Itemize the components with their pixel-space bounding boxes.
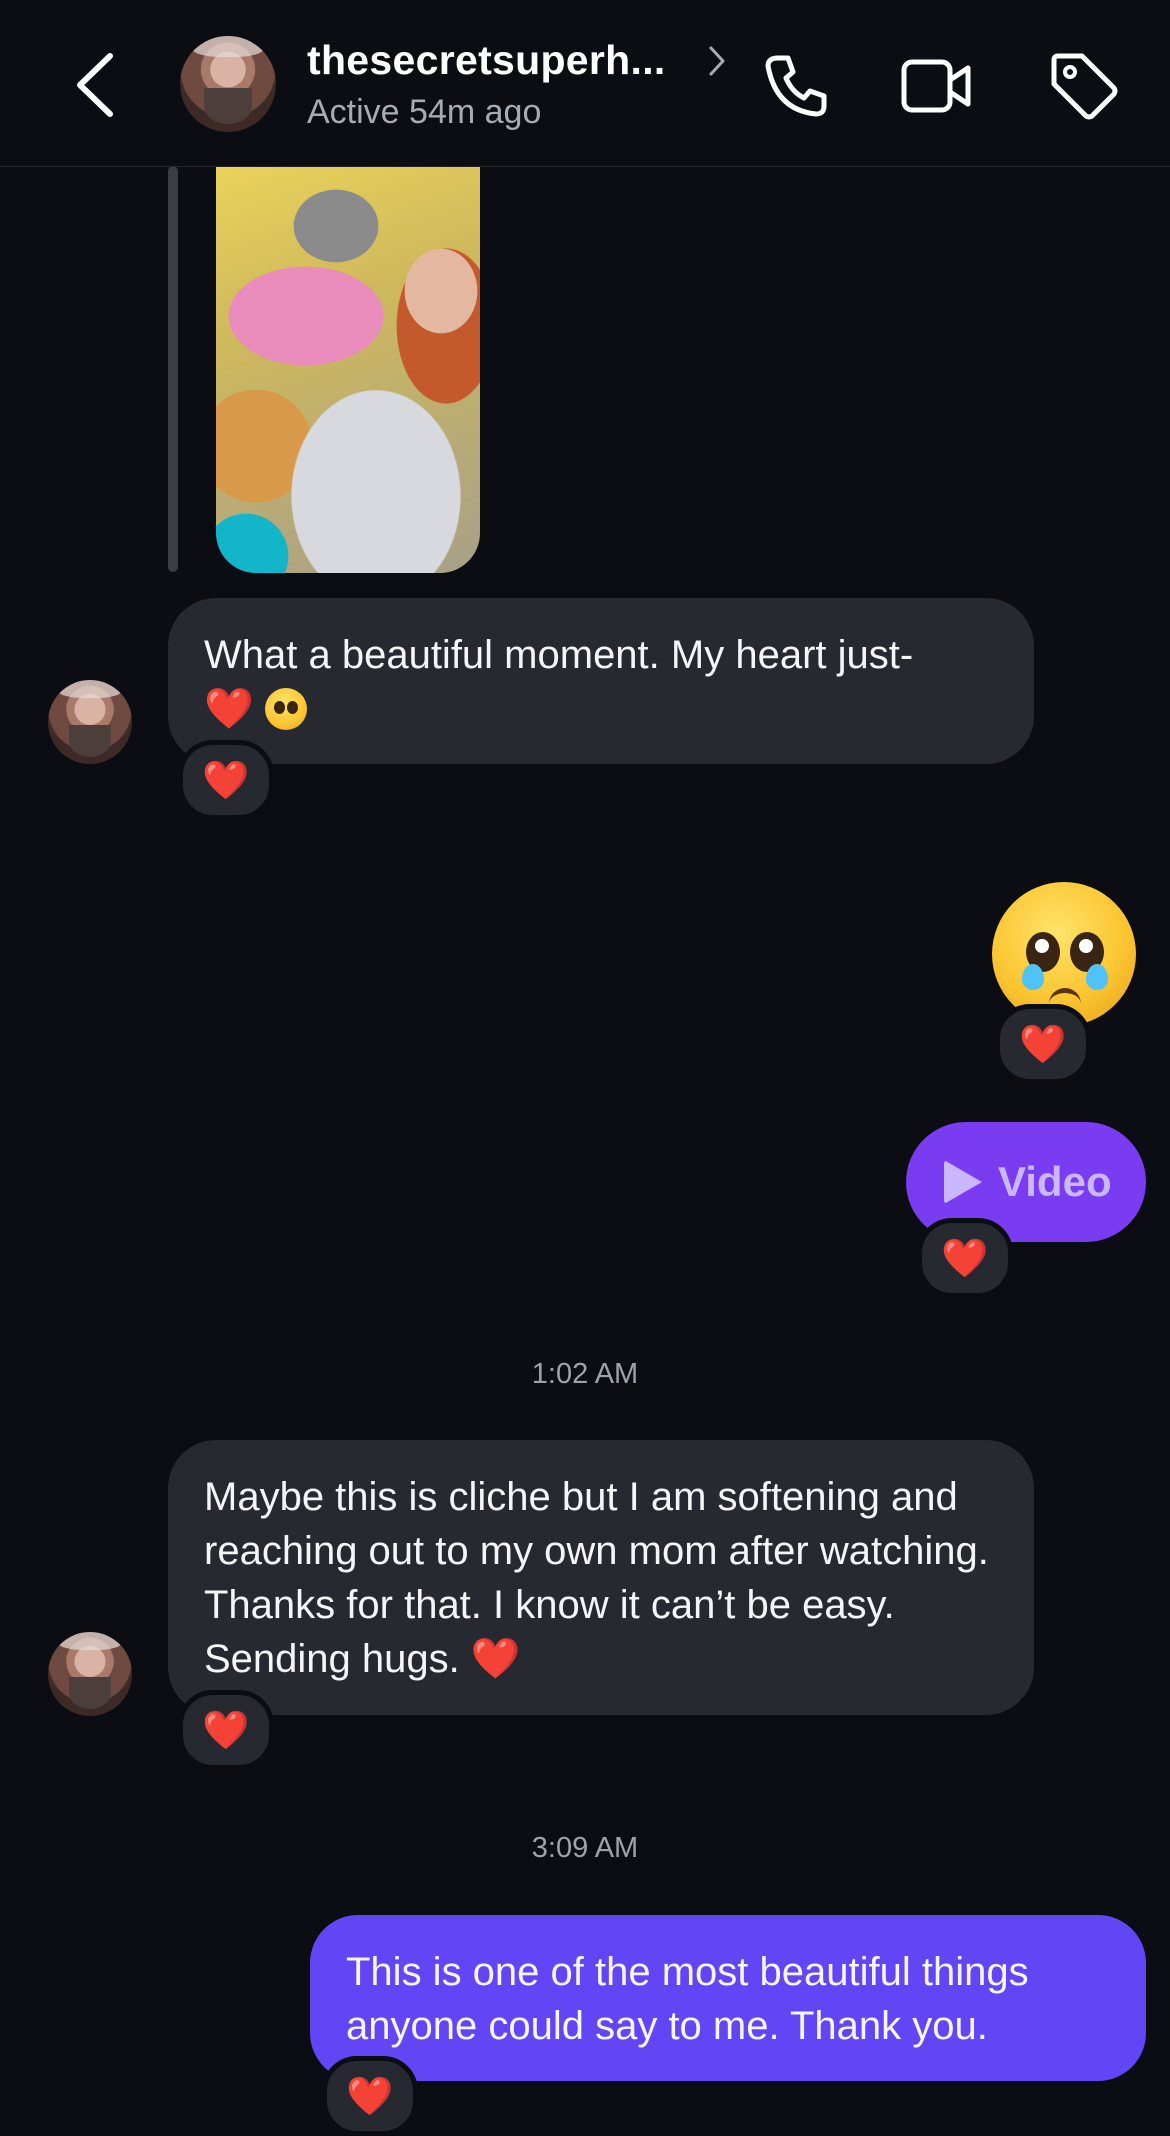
outgoing-message-bubble[interactable]: This is one of the most beautiful things… (310, 1915, 1146, 2081)
reaction-badge[interactable]: ❤️ (178, 740, 274, 820)
heart-emoji: ❤️ (204, 686, 254, 732)
incoming-message-bubble[interactable]: What a beautiful moment. My heart just- … (168, 598, 1034, 764)
message-text: Maybe this is cliche but I am softening … (204, 1475, 989, 1681)
message-text: What a beautiful moment. My heart just- (204, 633, 914, 677)
avatar[interactable] (48, 680, 132, 764)
phone-icon[interactable] (760, 50, 832, 122)
contact-username[interactable]: thesecretsuperh... (307, 37, 666, 84)
message-text: This is one of the most beautiful things… (346, 1950, 1029, 2048)
video-label: Video (998, 1158, 1112, 1205)
pleading-face-emoji (264, 688, 307, 730)
active-status: Active 54m ago (307, 93, 542, 131)
heart-icon: ❤️ (202, 1707, 250, 1752)
heart-icon: ❤️ (346, 2073, 394, 2118)
video-camera-icon[interactable] (900, 50, 972, 122)
reply-indicator-bar (168, 166, 178, 572)
reaction-badge[interactable]: ❤️ (917, 1218, 1013, 1298)
tag-icon[interactable] (1048, 50, 1120, 122)
chat-header: thesecretsuperh... Active 54m ago (0, 0, 1170, 167)
reaction-badge[interactable]: ❤️ (995, 1004, 1091, 1084)
reaction-badge[interactable]: ❤️ (178, 1690, 274, 1770)
play-icon (944, 1160, 982, 1204)
heart-icon: ❤️ (202, 757, 250, 802)
shared-photo[interactable] (216, 166, 480, 573)
heart-emoji: ❤️ (470, 1636, 521, 1682)
heart-icon: ❤️ (1019, 1021, 1067, 1066)
avatar[interactable] (180, 36, 276, 132)
chevron-right-icon[interactable] (706, 44, 728, 78)
message-timestamp: 1:02 AM (531, 1358, 639, 1390)
avatar[interactable] (48, 1632, 132, 1716)
back-arrow-icon[interactable] (70, 52, 120, 118)
message-timestamp: 3:09 AM (531, 1832, 639, 1864)
reaction-badge[interactable]: ❤️ (322, 2056, 418, 2136)
heart-icon: ❤️ (941, 1235, 989, 1280)
incoming-message-bubble[interactable]: Maybe this is cliche but I am softening … (168, 1440, 1034, 1715)
